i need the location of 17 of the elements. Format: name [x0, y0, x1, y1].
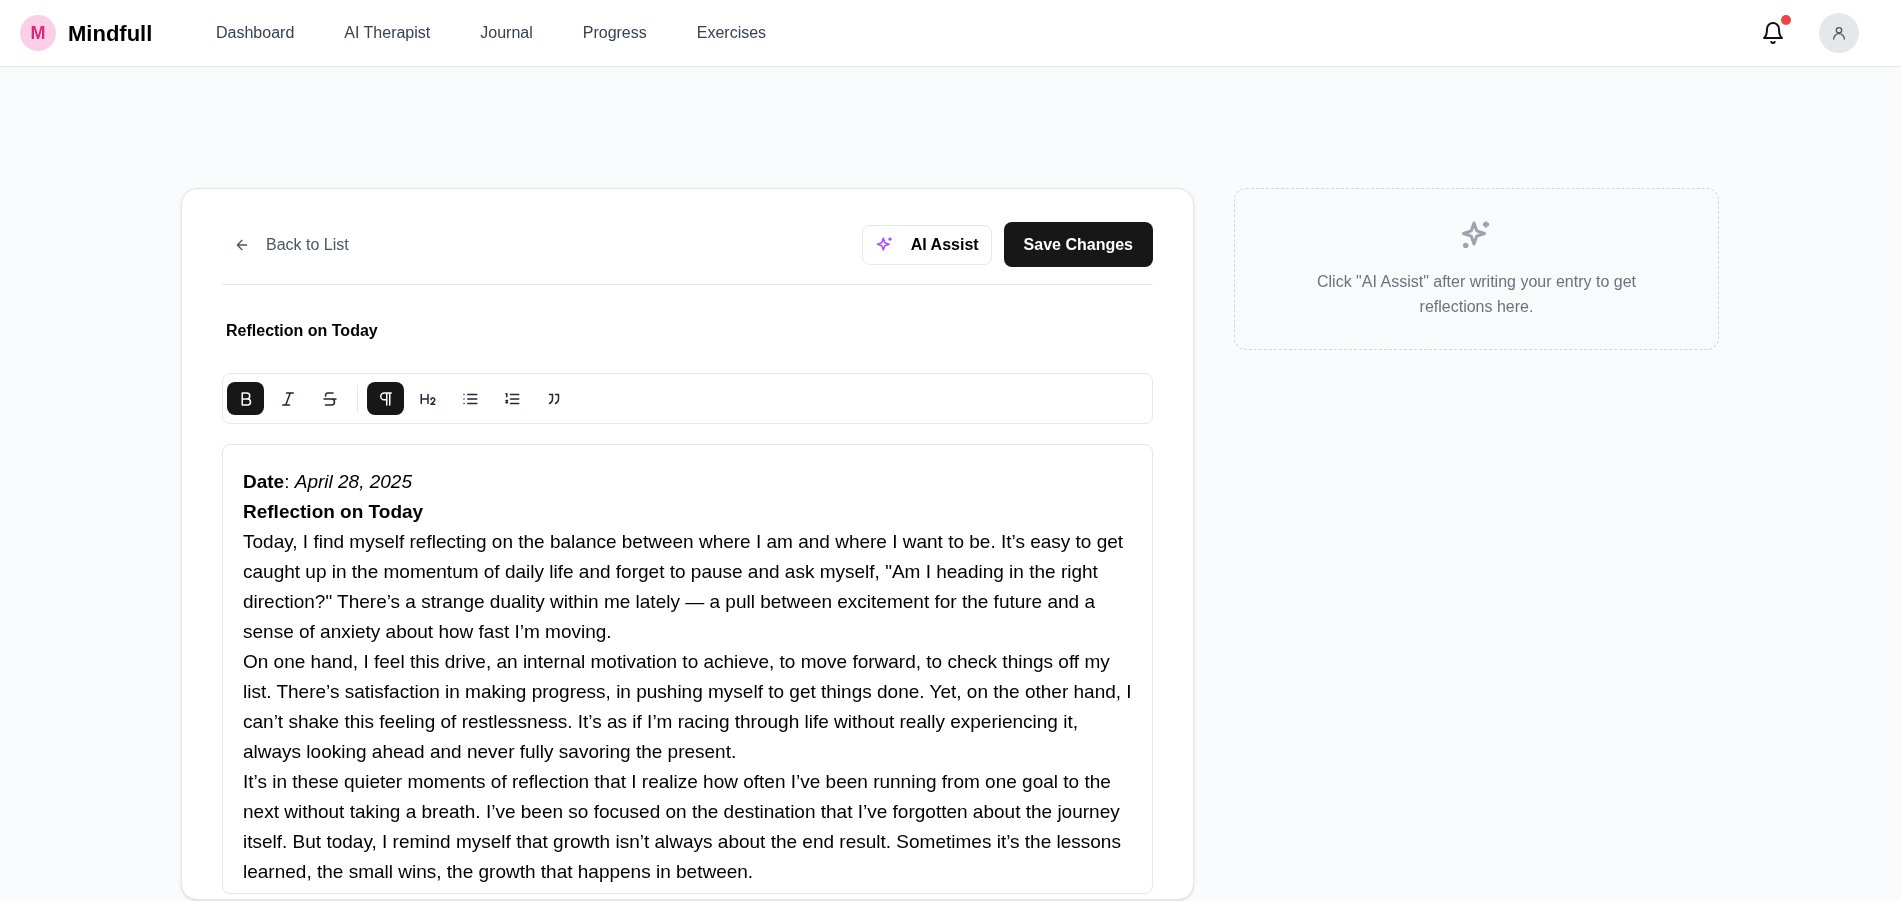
nav-link[interactable]: AI Therapist — [344, 21, 431, 45]
entry-heading: Reflection on Today — [243, 500, 425, 524]
nav-link[interactable]: Dashboard — [216, 21, 295, 45]
entry-title: Reflection on Today — [226, 321, 379, 341]
entry-paragraph: Today, I find myself reflecting on the balance between where I am and where I want to be. It’s easy to get caught up in the momentum of daily life and forget to pause and ask myself, "Am I heading in the right direction?" There’s a strange duality within me lately — a pull between excitement for the future and a sense of anxiety about how fast I’m moving. — [243, 530, 1125, 644]
save-changes-button[interactable]: Save Changes — [1003, 222, 1153, 267]
nav-link[interactable]: Exercises — [696, 21, 767, 45]
entry-paragraph: It’s in these quieter moments of reflection that I realize how often I’ve been running from one goal to the next without taking a breath. I’ve been so focused on the destination that I’ve forgotten about the journey itself. But today, I remind myself that growth isn’t always about the end result. Sometimes it’s the lessons learned, the small wins, the growth that happens in between. — [243, 770, 1122, 884]
ai-empty-message: Click "AI Assist" after writing your entry to get reflections here. — [1316, 272, 1637, 317]
logo-badge: M — [20, 15, 56, 51]
ai-assist-button[interactable]: AI Assist — [861, 224, 992, 265]
back-link[interactable]: Back to List — [222, 232, 349, 257]
entry-paragraph: On one hand, I feel this drive, an internal motivation to achieve, to move forward, to check things off my list. There’s satisfaction in making progress, in pushing myself to get things done. Yet, on the other hand, I can’t shake this feeling of restlessness. It’s as if I’m racing through life without really experiencing it, always looking ahead and never fully savoring the present. — [243, 650, 1132, 764]
nav-link[interactable]: Journal — [480, 21, 533, 45]
entry-date: Date: April 28, 2025 — [243, 470, 413, 494]
brand-name: Mindfull — [68, 19, 153, 48]
nav-link[interactable]: Progress — [582, 21, 647, 45]
